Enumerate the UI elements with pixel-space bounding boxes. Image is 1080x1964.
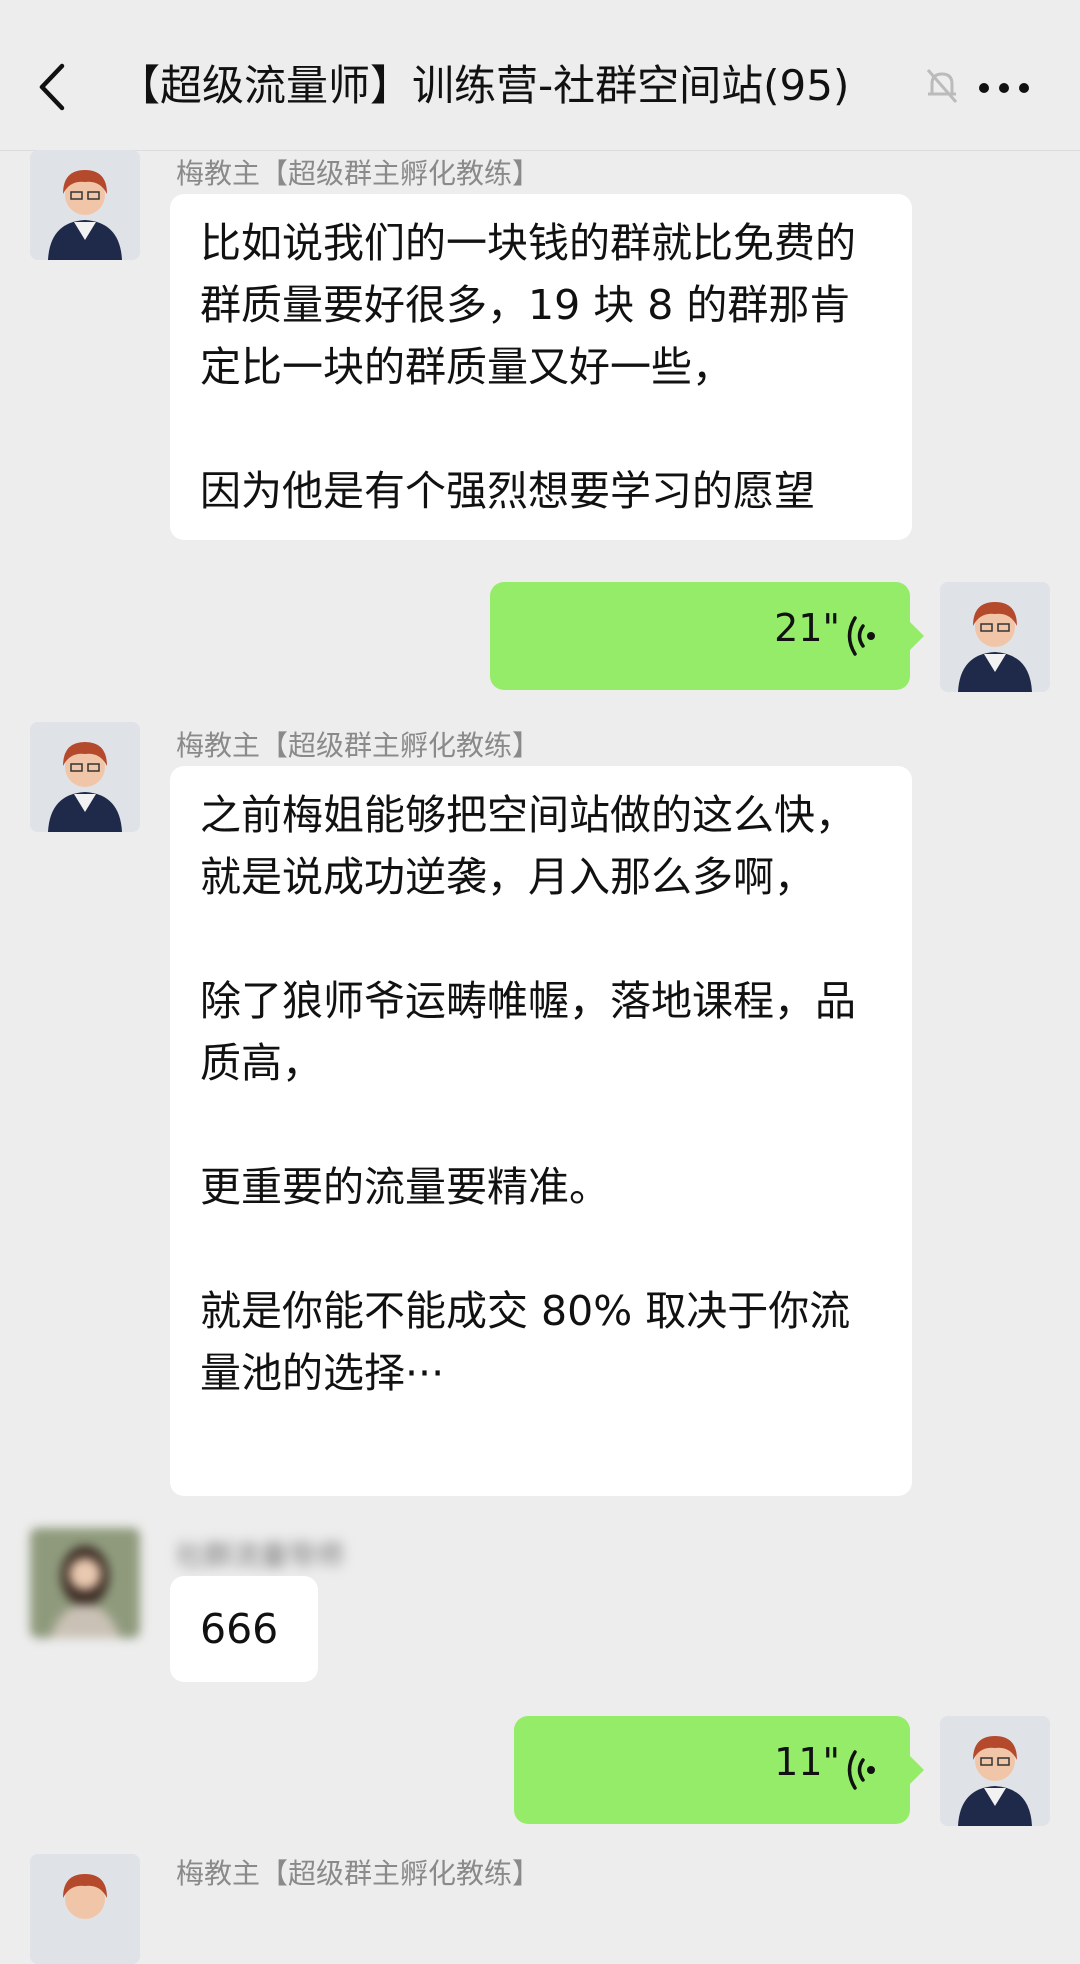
back-arrow-icon[interactable] xyxy=(36,62,70,112)
message-text: 比如说我们的一块钱的群就比免费的群质量要好很多，19 块 8 的群那肯定比一块的… xyxy=(200,219,856,391)
sender-name: 梅教主【超级群主孵化教练】 xyxy=(176,1857,541,1890)
voice-duration: 11" xyxy=(774,1740,840,1784)
voice-message[interactable]: 21" xyxy=(490,582,924,690)
chat-header: 【超级流量师】训练营-社群空间站(95) xyxy=(0,0,1080,151)
message-bubble[interactable]: 之前梅姐能够把空间站做的这么快，就是说成功逆袭，月入那么多啊， 除了狼师爷运畴帷… xyxy=(170,766,912,1496)
message-bubble[interactable]: 666 xyxy=(170,1576,318,1682)
avatar[interactable] xyxy=(30,150,140,260)
message-text: 更重要的流量要精准。 xyxy=(200,1163,610,1211)
voice-message[interactable]: 11" xyxy=(514,1716,924,1824)
voice-wave-icon xyxy=(847,616,875,656)
sender-name: 梅教主【超级群主孵化教练】 xyxy=(176,157,541,190)
message-text: 因为他是有个强烈想要学习的愿望 xyxy=(200,467,815,515)
sender-name: 社群流量导师 xyxy=(176,1539,345,1572)
avatar[interactable] xyxy=(30,722,140,832)
voice-wave-icon xyxy=(847,1750,875,1790)
message-text: 之前梅姐能够把空间站做的这么快，就是说成功逆袭，月入那么多啊， xyxy=(200,791,856,901)
message-bubble[interactable]: 比如说我们的一块钱的群就比免费的群质量要好很多，19 块 8 的群那肯定比一块的… xyxy=(170,194,912,540)
chat-title: 【超级流量师】训练营-社群空间站(95) xyxy=(118,61,850,110)
mute-bell-icon xyxy=(926,69,958,103)
voice-duration: 21" xyxy=(774,606,840,650)
avatar[interactable] xyxy=(30,1528,140,1638)
avatar[interactable] xyxy=(940,582,1050,692)
message-text: 除了狼师爷运畴帷幄，落地课程，品质高， xyxy=(200,977,856,1087)
more-options-icon[interactable] xyxy=(978,82,1030,94)
message-text: 666 xyxy=(200,1605,279,1653)
sender-name: 梅教主【超级群主孵化教练】 xyxy=(176,729,541,762)
avatar[interactable] xyxy=(940,1716,1050,1826)
avatar[interactable] xyxy=(30,1854,140,1964)
message-text: 就是你能不能成交 80% 取决于你流量池的选择··· xyxy=(200,1287,851,1397)
